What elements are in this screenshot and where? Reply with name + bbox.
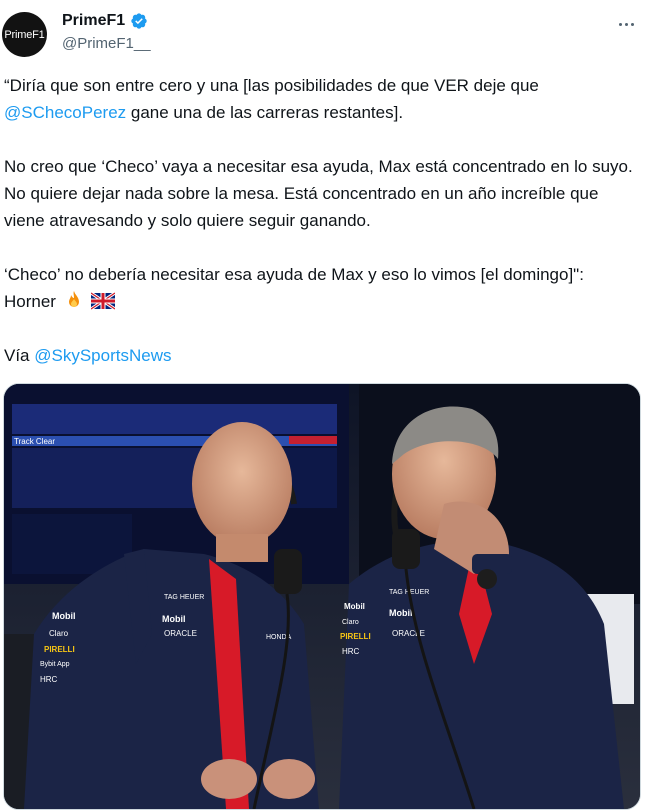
- sleeve-right-label: PIRELLI: [340, 632, 371, 641]
- uk-flag-emoji-icon: [91, 292, 116, 310]
- author-handle[interactable]: @PrimeF1__: [62, 35, 151, 52]
- tweet-text: “Diría que son entre cero y una [las pos…: [4, 72, 634, 369]
- shirt-left-label: Mobil: [162, 614, 186, 624]
- sleeve-right-label: Claro: [342, 619, 359, 626]
- sleeve-left-label: Bybit App: [40, 661, 70, 668]
- tweet-photo[interactable]: Track Clear TAG HEUER Mobil ORACLE HONDA…: [3, 383, 641, 810]
- tweet-paragraph-1: “Diría que son entre cero y una [las pos…: [4, 72, 634, 126]
- sleeve-left-label: Mobil: [52, 611, 76, 621]
- tweet-header: PrimeF1 PrimeF1 @PrimeF1__: [0, 0, 647, 70]
- shirt-right-label: Mobil: [389, 608, 413, 618]
- shirt-left-label: TAG HEUER: [164, 594, 204, 601]
- mention-link-checo[interactable]: @SChecoPerez: [4, 103, 126, 122]
- tweet-paragraph-3: ‘Checo’ no debería necesitar esa ayuda d…: [4, 261, 634, 315]
- photo-illustration: Track Clear TAG HEUER Mobil ORACLE HONDA…: [4, 384, 640, 809]
- tweet-paragraph-2: No creo que ‘Checo’ vaya a necesitar esa…: [4, 157, 633, 230]
- tweet-text-segment: gane una de las carreras restantes].: [126, 103, 404, 122]
- display-name[interactable]: PrimeF1: [62, 12, 125, 30]
- sleeve-right-label: Mobil: [344, 602, 365, 611]
- verified-badge-icon: [131, 13, 147, 29]
- tweet-text-segment: “Diría que son entre cero y una [las pos…: [4, 76, 539, 95]
- screen-label: Track Clear: [14, 437, 55, 446]
- sleeve-left-label: Claro: [49, 629, 69, 638]
- author-name-row: PrimeF1: [62, 12, 148, 30]
- shirt-left-label: ORACLE: [164, 629, 197, 638]
- more-options-icon[interactable]: [613, 14, 639, 34]
- mention-link-skysports[interactable]: @SkySportsNews: [34, 346, 171, 365]
- sleeve-left-label: PIRELLI: [44, 645, 75, 654]
- via-label: Vía: [4, 346, 35, 365]
- sleeve-left-label: HRC: [40, 675, 58, 684]
- avatar[interactable]: PrimeF1: [2, 12, 47, 57]
- sleeve-right-label: HRC: [342, 647, 360, 656]
- tweet-paragraph-4: Vía @SkySportsNews: [4, 342, 634, 369]
- fire-emoji-icon: [68, 291, 79, 307]
